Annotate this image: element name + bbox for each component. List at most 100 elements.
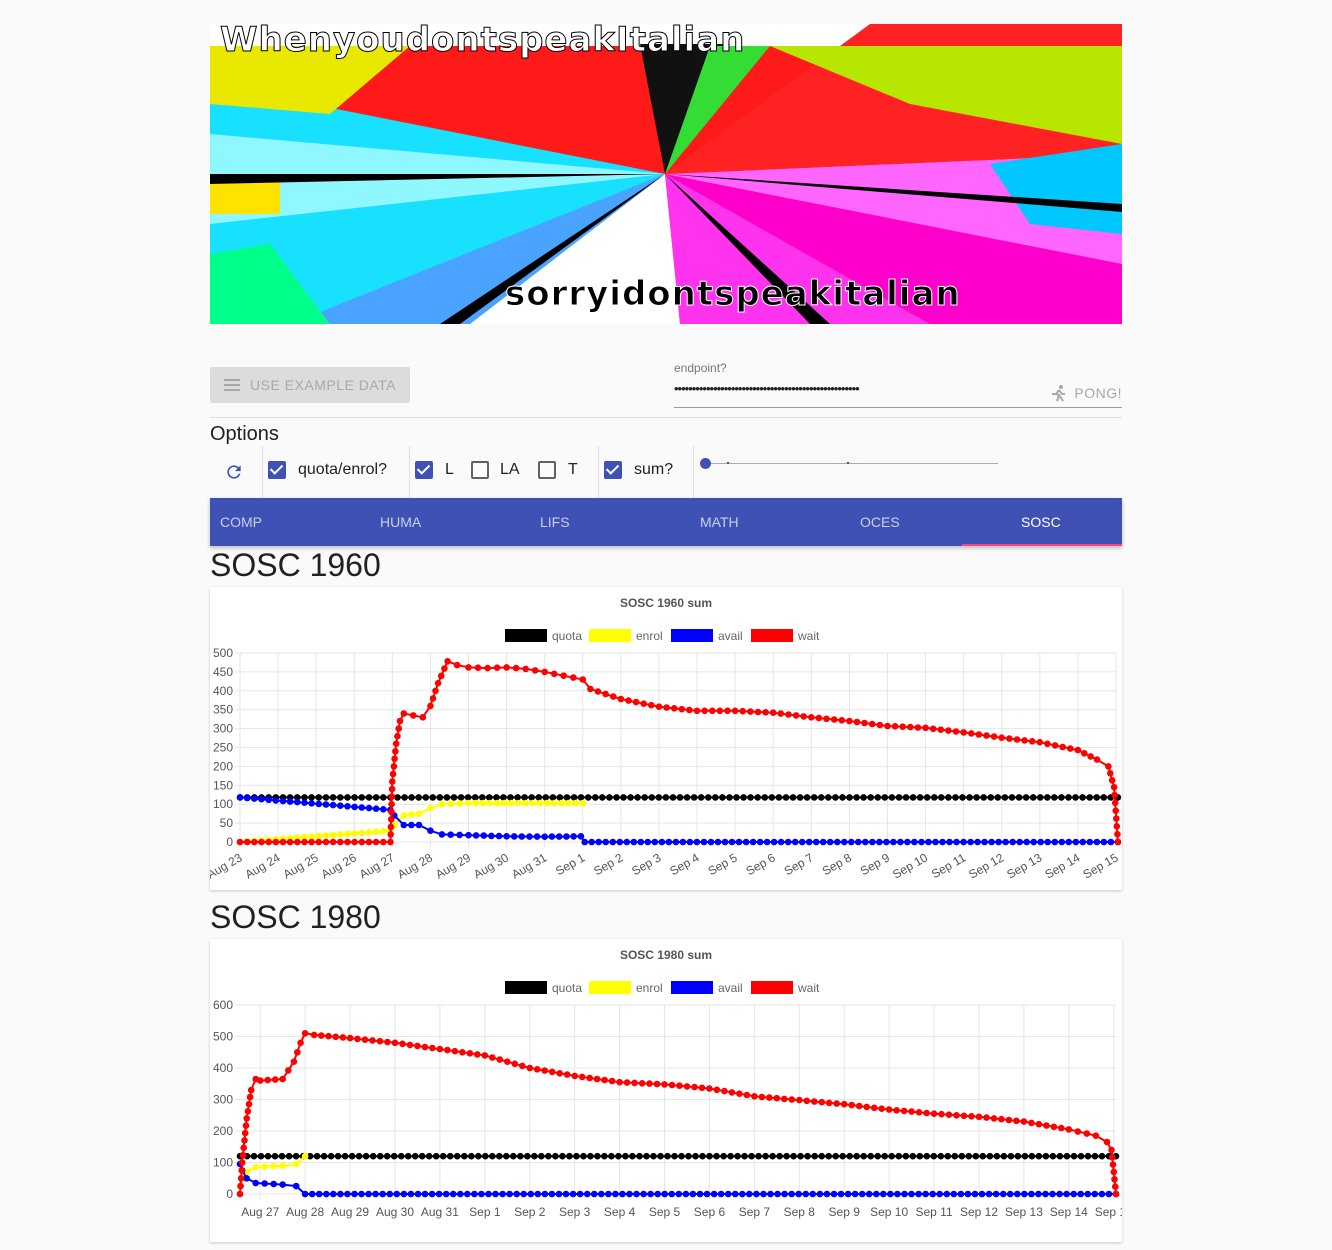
data-point-wait	[344, 838, 351, 846]
data-point-wait	[489, 1054, 496, 1061]
data-point-wait	[541, 1067, 548, 1074]
data-point-avail	[795, 1190, 802, 1198]
data-point-enrol	[438, 800, 446, 808]
data-point-enrol	[261, 1163, 268, 1170]
data-point-avail	[946, 838, 953, 846]
y-tick-label: 200	[213, 1124, 233, 1138]
data-point-avail	[908, 1190, 915, 1198]
data-point-wait	[758, 1093, 766, 1101]
data-point-enrol	[415, 810, 423, 817]
data-point-quota	[881, 794, 889, 801]
legend-label: avail	[718, 629, 743, 643]
data-point-wait	[279, 1075, 286, 1083]
data-point-quota	[313, 1152, 321, 1160]
data-point-quota	[592, 794, 599, 801]
data-point-avail	[279, 1181, 286, 1188]
data-point-wait	[1114, 838, 1122, 846]
data-point-quota	[706, 1152, 713, 1160]
sum-checkbox[interactable]	[604, 461, 622, 479]
data-point-quota	[1042, 1152, 1050, 1160]
tab-comp[interactable]: COMP	[210, 498, 370, 546]
slider-tick	[847, 462, 849, 464]
data-point-wait	[308, 838, 315, 846]
tab-math[interactable]: MATH	[690, 498, 850, 546]
endpoint-input[interactable]: ••••••••••••••••••••••••••••••••••••••••…	[674, 381, 1122, 408]
data-point-avail	[344, 803, 351, 810]
x-tick-label: Sep 8	[820, 850, 854, 878]
data-point-quota	[1079, 794, 1086, 801]
x-tick-label: Sep 15	[1081, 850, 1121, 881]
tab-lifs[interactable]: LIFS	[530, 498, 690, 546]
data-point-avail	[570, 833, 577, 840]
data-point-quota	[439, 1152, 447, 1160]
use-example-data-button[interactable]: USE EXAMPLE DATA	[210, 367, 410, 403]
data-point-avail	[518, 833, 526, 840]
L-label: L	[445, 461, 454, 478]
data-point-avail	[292, 1182, 300, 1190]
x-tick-label: Aug 29	[433, 850, 473, 881]
data-point-avail	[784, 838, 792, 846]
slider-thumb[interactable]	[700, 458, 711, 469]
data-point-avail	[301, 1190, 309, 1198]
data-point-wait	[474, 664, 482, 671]
data-point-quota	[818, 1152, 825, 1160]
data-point-enrol	[522, 799, 529, 807]
data-point-wait	[238, 1159, 246, 1166]
slider-track[interactable]	[704, 463, 998, 464]
data-point-wait	[394, 732, 401, 740]
data-point-wait	[244, 1108, 252, 1115]
data-point-wait	[953, 1112, 960, 1119]
data-point-wait	[396, 717, 404, 725]
tab-huma[interactable]: HUMA	[370, 498, 530, 546]
department-tabs: COMP HUMA LIFS MATH OCES SOSC	[210, 498, 1122, 546]
data-point-wait	[640, 700, 647, 707]
pong-button[interactable]: PONG!	[1050, 384, 1122, 402]
LA-checkbox[interactable]	[471, 461, 489, 479]
data-point-avail	[428, 1190, 436, 1198]
data-point-avail	[816, 1190, 824, 1198]
data-point-wait	[1028, 738, 1036, 745]
data-point-quota	[1036, 794, 1044, 801]
refresh-icon[interactable]	[224, 462, 244, 482]
data-point-wait	[496, 1056, 504, 1063]
data-point-wait	[1109, 1161, 1117, 1168]
tab-oces[interactable]: OCES	[850, 498, 1010, 546]
data-point-quota	[629, 1152, 636, 1160]
data-point-wait	[444, 1046, 451, 1054]
data-point-wait	[511, 1060, 519, 1068]
data-point-quota	[542, 794, 550, 801]
data-point-wait	[701, 707, 708, 715]
L-checkbox[interactable]	[415, 461, 433, 479]
data-point-quota	[1029, 794, 1037, 801]
data-point-avail	[1049, 1190, 1056, 1198]
tab-sosc[interactable]: SOSC	[1011, 498, 1171, 546]
data-point-avail	[837, 1190, 845, 1198]
data-point-wait	[716, 707, 724, 715]
T-checkbox[interactable]	[538, 461, 556, 479]
data-point-quota	[365, 794, 373, 801]
x-tick-label: Sep 6	[744, 850, 778, 878]
x-tick-label: Aug 31	[509, 850, 549, 881]
data-point-avail	[936, 1190, 943, 1198]
data-point-wait	[678, 705, 686, 713]
data-point-avail	[647, 1190, 654, 1198]
data-point-wait	[526, 1064, 534, 1072]
data-point-quota	[257, 1152, 265, 1160]
data-point-wait	[998, 734, 1005, 741]
data-point-wait	[922, 724, 929, 732]
data-point-avail	[710, 1190, 718, 1198]
data-point-wait	[272, 838, 280, 846]
data-point-quota	[292, 1152, 300, 1160]
data-point-quota	[733, 794, 740, 801]
data-point-quota	[895, 1152, 903, 1160]
data-point-wait	[243, 1115, 250, 1122]
data-point-avail	[330, 1190, 337, 1198]
data-point-wait	[811, 1098, 818, 1105]
data-point-wait	[242, 1122, 250, 1129]
data-point-avail	[665, 838, 673, 846]
data-point-quota	[839, 1152, 846, 1160]
data-point-wait	[240, 1144, 247, 1152]
quota-enrol-checkbox[interactable]	[268, 461, 286, 479]
data-point-avail	[623, 838, 631, 846]
data-point-avail	[897, 838, 904, 846]
